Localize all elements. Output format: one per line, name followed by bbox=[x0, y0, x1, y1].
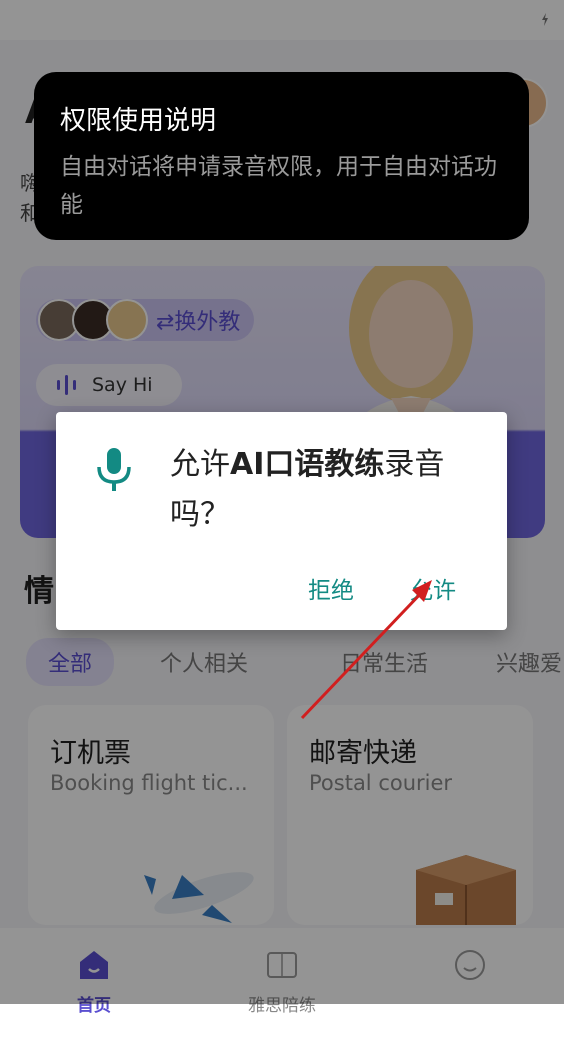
permission-notice-title: 权限使用说明 bbox=[60, 106, 217, 136]
deny-button[interactable]: 拒绝 bbox=[302, 567, 360, 609]
permission-notice: 权限使用说明 自由对话将申请录音权限，用于自由对话功能 bbox=[34, 72, 529, 240]
dialog-app-name: AI口语教练 bbox=[230, 447, 385, 482]
permission-dialog: 允许AI口语教练录音吗？ 拒绝 允许 bbox=[56, 412, 507, 630]
permission-notice-body: 自由对话将申请录音权限，用于自由对话功能 bbox=[60, 154, 497, 218]
allow-button[interactable]: 允许 bbox=[404, 567, 462, 609]
dialog-message: 允许AI口语教练录音吗？ bbox=[170, 440, 480, 540]
dialog-prefix: 允许 bbox=[170, 447, 230, 482]
microphone-icon bbox=[97, 448, 131, 491]
